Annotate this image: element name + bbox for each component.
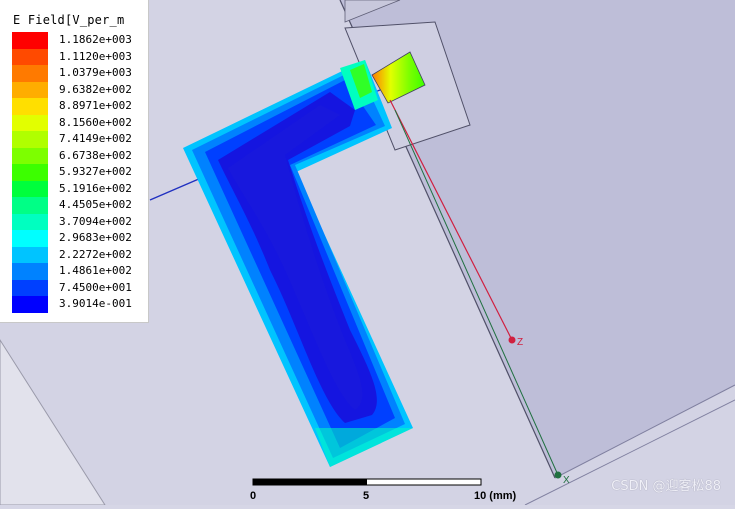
legend-value: 7.4149e+002 (59, 132, 132, 145)
legend-swatch (12, 246, 48, 264)
legend-value: 3.7094e+002 (59, 214, 132, 228)
legend-value: 1.1862e+003 (59, 33, 132, 46)
legend-swatch (12, 32, 48, 49)
legend-swatch (12, 98, 48, 115)
legend-swatch (12, 131, 48, 148)
legend-swatch (12, 164, 48, 181)
legend-swatch (12, 65, 48, 82)
legend-entry: 5.1916e+002 (12, 180, 142, 198)
legend-value: 6.6738e+002 (59, 148, 132, 162)
legend-entry: 1.1862e+003 (12, 32, 142, 49)
watermark: CSDN @迎客松88 (611, 479, 721, 494)
scale-label-5: 5 (363, 490, 370, 502)
legend-swatch (12, 230, 48, 247)
legend-swatch (12, 114, 48, 132)
legend-swatch (12, 81, 48, 99)
scale-label-10: 10 (mm) (474, 490, 517, 502)
legend-swatch (12, 48, 48, 66)
legend-swatch (12, 180, 48, 198)
x-axis-label: X (563, 475, 570, 486)
scale-bar: 0 5 10 (mm) (250, 478, 516, 505)
field-legend[interactable]: E Field[V_per_m 1.1862e+003 1.1120e+003 1.… (0, 0, 149, 323)
legend-entry: 2.9683e+002 (12, 230, 142, 247)
legend-entry: 5.9327e+002 (12, 164, 142, 181)
legend-entry: 3.9014e-001 (12, 296, 142, 313)
legend-value: 8.1560e+002 (59, 115, 132, 129)
z-axis-label: Z (517, 337, 523, 348)
legend-entry: 2.2272e+002 (12, 246, 142, 264)
legend-swatch (12, 263, 48, 280)
legend-value: 2.2272e+002 (59, 247, 132, 261)
legend-entry: 7.4149e+002 (12, 131, 142, 148)
scale-ruler (252, 478, 482, 486)
legend-entry: 7.4500e+001 (12, 279, 142, 297)
legend-value: 5.1916e+002 (59, 181, 132, 195)
legend-swatch (12, 279, 48, 297)
z-axis-handle[interactable] (508, 336, 516, 344)
legend-entry: 1.1120e+003 (12, 48, 142, 66)
legend-value: 4.4505e+002 (59, 198, 132, 211)
legend-swatch (12, 213, 48, 231)
legend-swatch (12, 296, 48, 313)
legend-entry: 8.8971e+002 (12, 98, 142, 115)
legend-value: 9.6382e+002 (59, 82, 132, 96)
legend-value: 7.4500e+001 (59, 280, 132, 294)
legend-entry: 8.1560e+002 (12, 114, 142, 132)
legend-value: 1.4861e+002 (59, 264, 132, 277)
x-axis-handle[interactable] (554, 471, 562, 479)
legend-entry: 1.0379e+003 (12, 65, 142, 82)
legend-value: 5.9327e+002 (59, 165, 132, 178)
legend-value: 1.1120e+003 (59, 49, 132, 63)
legend-entry: 4.4505e+002 (12, 197, 142, 214)
legend-entry: 1.4861e+002 (12, 263, 142, 280)
legend-value: 1.0379e+003 (59, 66, 132, 79)
legend-value: 3.9014e-001 (59, 297, 132, 310)
legend-entry: 6.6738e+002 (12, 147, 142, 165)
legend-entry: 9.6382e+002 (12, 81, 142, 99)
legend-swatch (12, 197, 48, 214)
legend-value: 8.8971e+002 (59, 99, 132, 112)
legend-swatch (12, 147, 48, 165)
scale-label-0: 0 (250, 490, 257, 502)
legend-entry: 3.7094e+002 (12, 213, 142, 231)
legend-value: 2.9683e+002 (59, 231, 132, 244)
legend-title: E Field[V_per_m (13, 13, 125, 27)
